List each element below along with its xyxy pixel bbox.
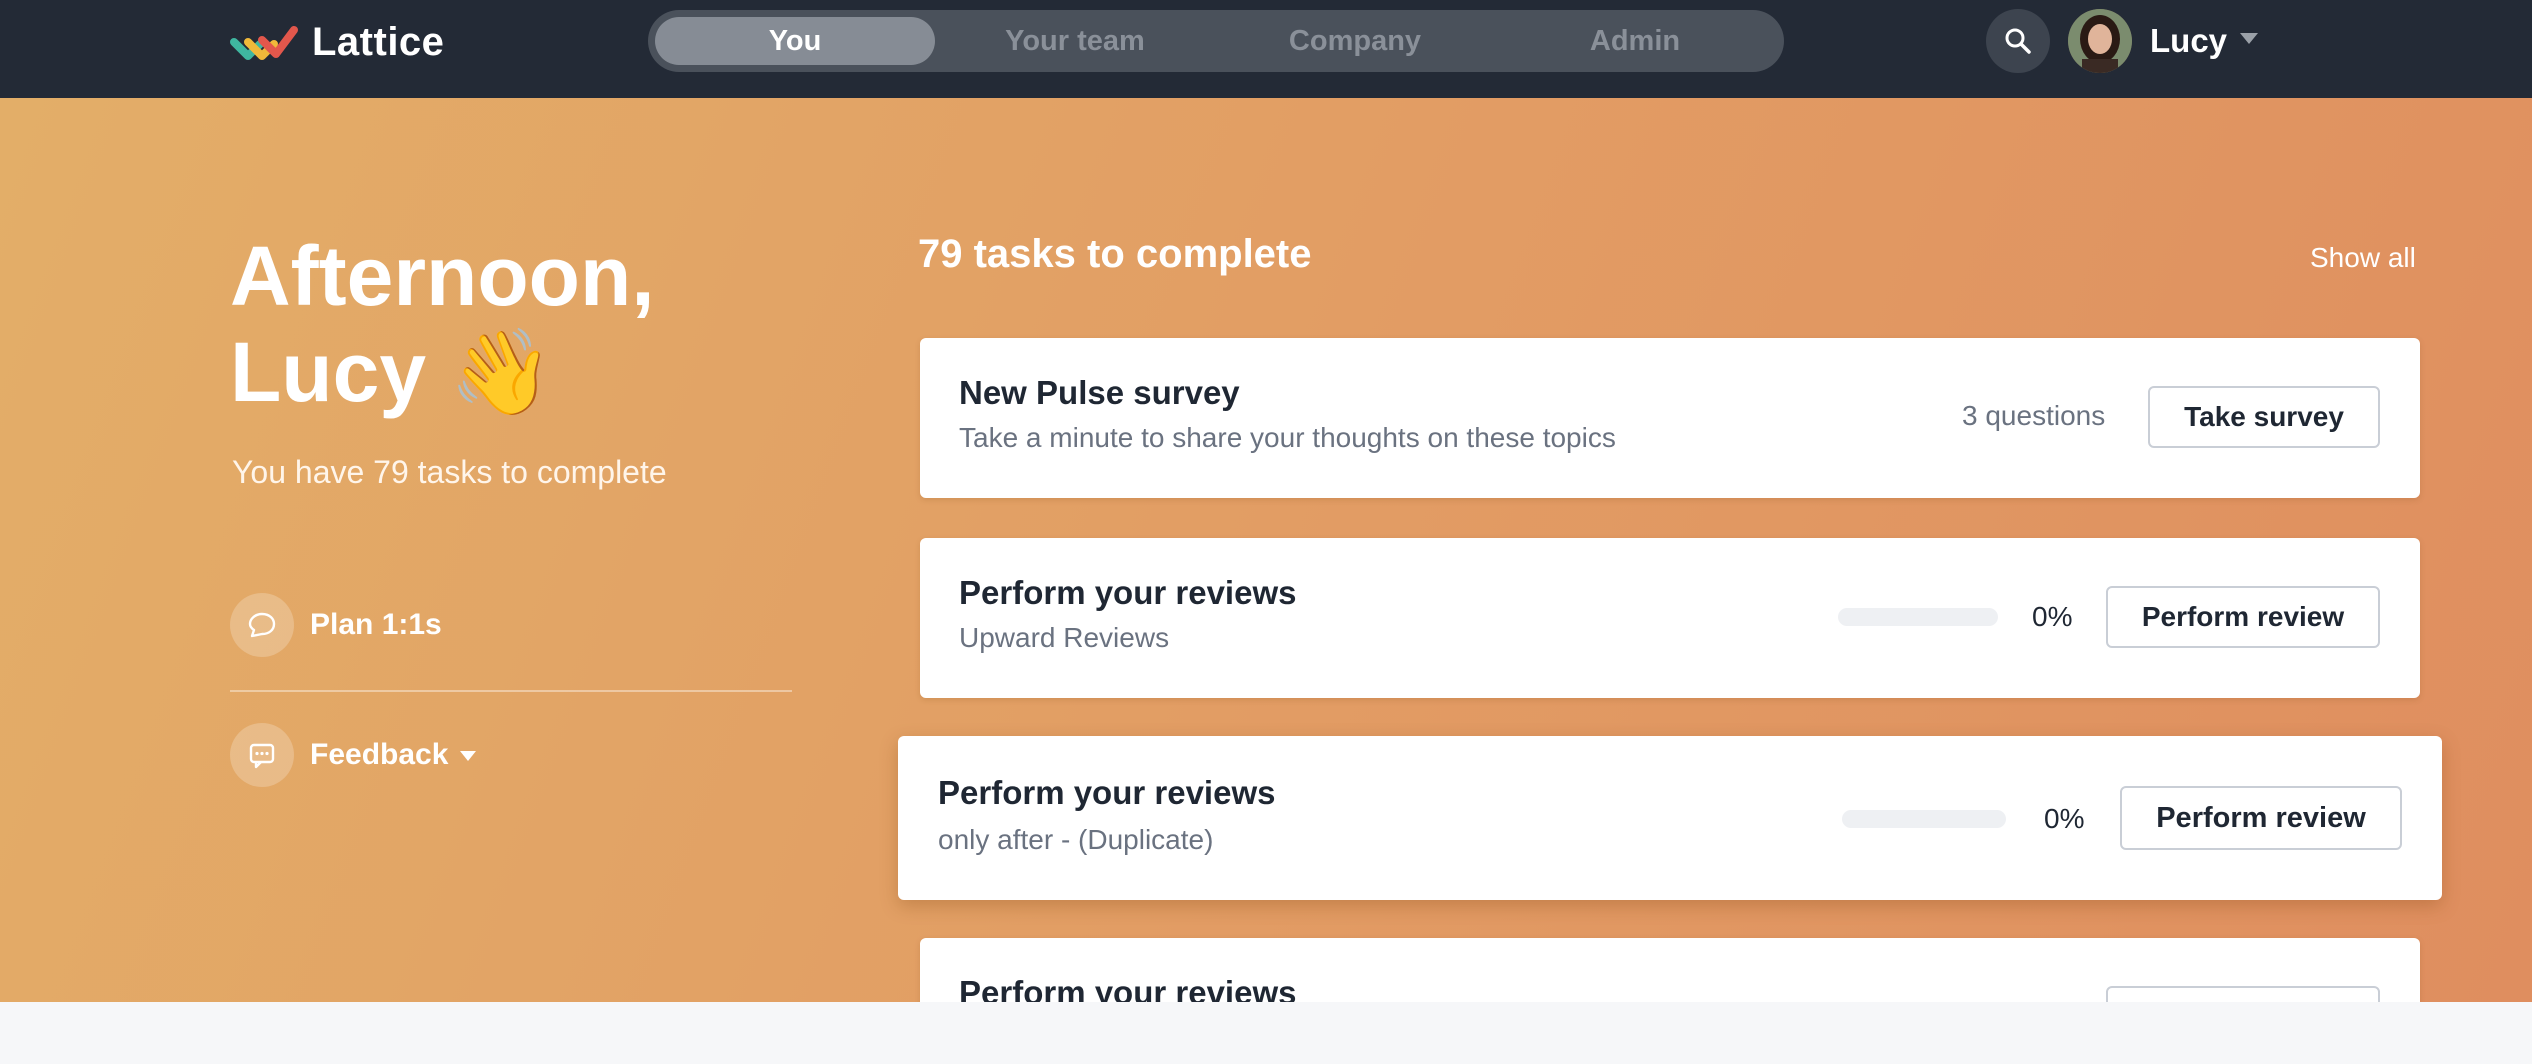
task-card-pulse-survey: New Pulse survey Take a minute to share … (920, 338, 2420, 498)
perform-review-button[interactable]: Perform review (2120, 786, 2402, 850)
page-footer-band (0, 1002, 2532, 1064)
show-all-link[interactable]: Show all (2310, 242, 2416, 274)
greeting-subline: You have 79 tasks to complete (232, 454, 667, 490)
progress-percent: 0% (2032, 601, 2073, 632)
greeting-line-2: Lucy 👋 (230, 325, 554, 419)
greeting-heading: Afternoon, Lucy 👋 (230, 228, 750, 420)
perform-review-button[interactable] (2106, 986, 2380, 1002)
progress-percent: 0% (2044, 803, 2085, 834)
brand-logo[interactable]: Lattice (230, 18, 444, 66)
tab-your-team[interactable]: Your team (935, 17, 1215, 65)
tab-you[interactable]: You (655, 17, 935, 65)
main-nav-tabs: You Your team Company Admin (648, 10, 1784, 72)
review-progress-bar (1842, 810, 2006, 828)
feedback-dropdown[interactable]: Feedback (230, 722, 477, 788)
task-card-perform-reviews-partial: Perform your reviews (920, 938, 2420, 1002)
user-name[interactable]: Lucy (2150, 22, 2227, 60)
plan-one-on-ones-label: Plan 1:1s (310, 608, 442, 641)
take-survey-button[interactable]: Take survey (2148, 386, 2380, 448)
feedback-label: Feedback (310, 738, 449, 771)
home-hero: Afternoon, Lucy 👋 You have 79 tasks to c… (0, 98, 2532, 1002)
task-subtitle: only after - (Duplicate) (938, 824, 1214, 855)
chat-bubble-icon (230, 593, 294, 657)
task-title: New Pulse survey (959, 374, 1240, 411)
task-title: Perform your reviews (959, 974, 1297, 1002)
greeting-line-1: Afternoon, (230, 229, 655, 323)
task-title: Perform your reviews (938, 774, 1276, 811)
brand-name: Lattice (312, 19, 445, 64)
user-avatar[interactable] (2068, 9, 2132, 73)
avatar-photo (2068, 9, 2132, 73)
tasks-heading: 79 tasks to complete (918, 232, 1312, 276)
tab-company[interactable]: Company (1215, 17, 1495, 65)
task-subtitle: Take a minute to share your thoughts on … (959, 422, 1616, 453)
chevron-down-icon (460, 751, 477, 761)
message-icon (230, 723, 294, 787)
sidebar-divider (230, 690, 792, 692)
task-card-perform-reviews-duplicate[interactable]: Perform your reviews only after - (Dupli… (898, 736, 2442, 900)
top-navigation-bar: Lattice You Your team Company Admin Lucy (0, 0, 2532, 98)
perform-review-button[interactable]: Perform review (2106, 586, 2380, 648)
search-button[interactable] (1986, 9, 2050, 73)
search-icon (2005, 28, 2031, 54)
question-count: 3 questions (1962, 400, 2106, 431)
chevron-down-icon[interactable] (2240, 33, 2258, 44)
task-title: Perform your reviews (959, 574, 1297, 611)
tab-admin[interactable]: Admin (1495, 17, 1775, 65)
plan-one-on-ones-link[interactable]: Plan 1:1s (230, 592, 442, 658)
task-subtitle: Upward Reviews (959, 622, 1170, 653)
task-card-perform-reviews: Perform your reviews Upward Reviews 0% P… (920, 538, 2420, 698)
lattice-logo-icon (230, 26, 298, 60)
review-progress-bar (1838, 608, 1998, 626)
